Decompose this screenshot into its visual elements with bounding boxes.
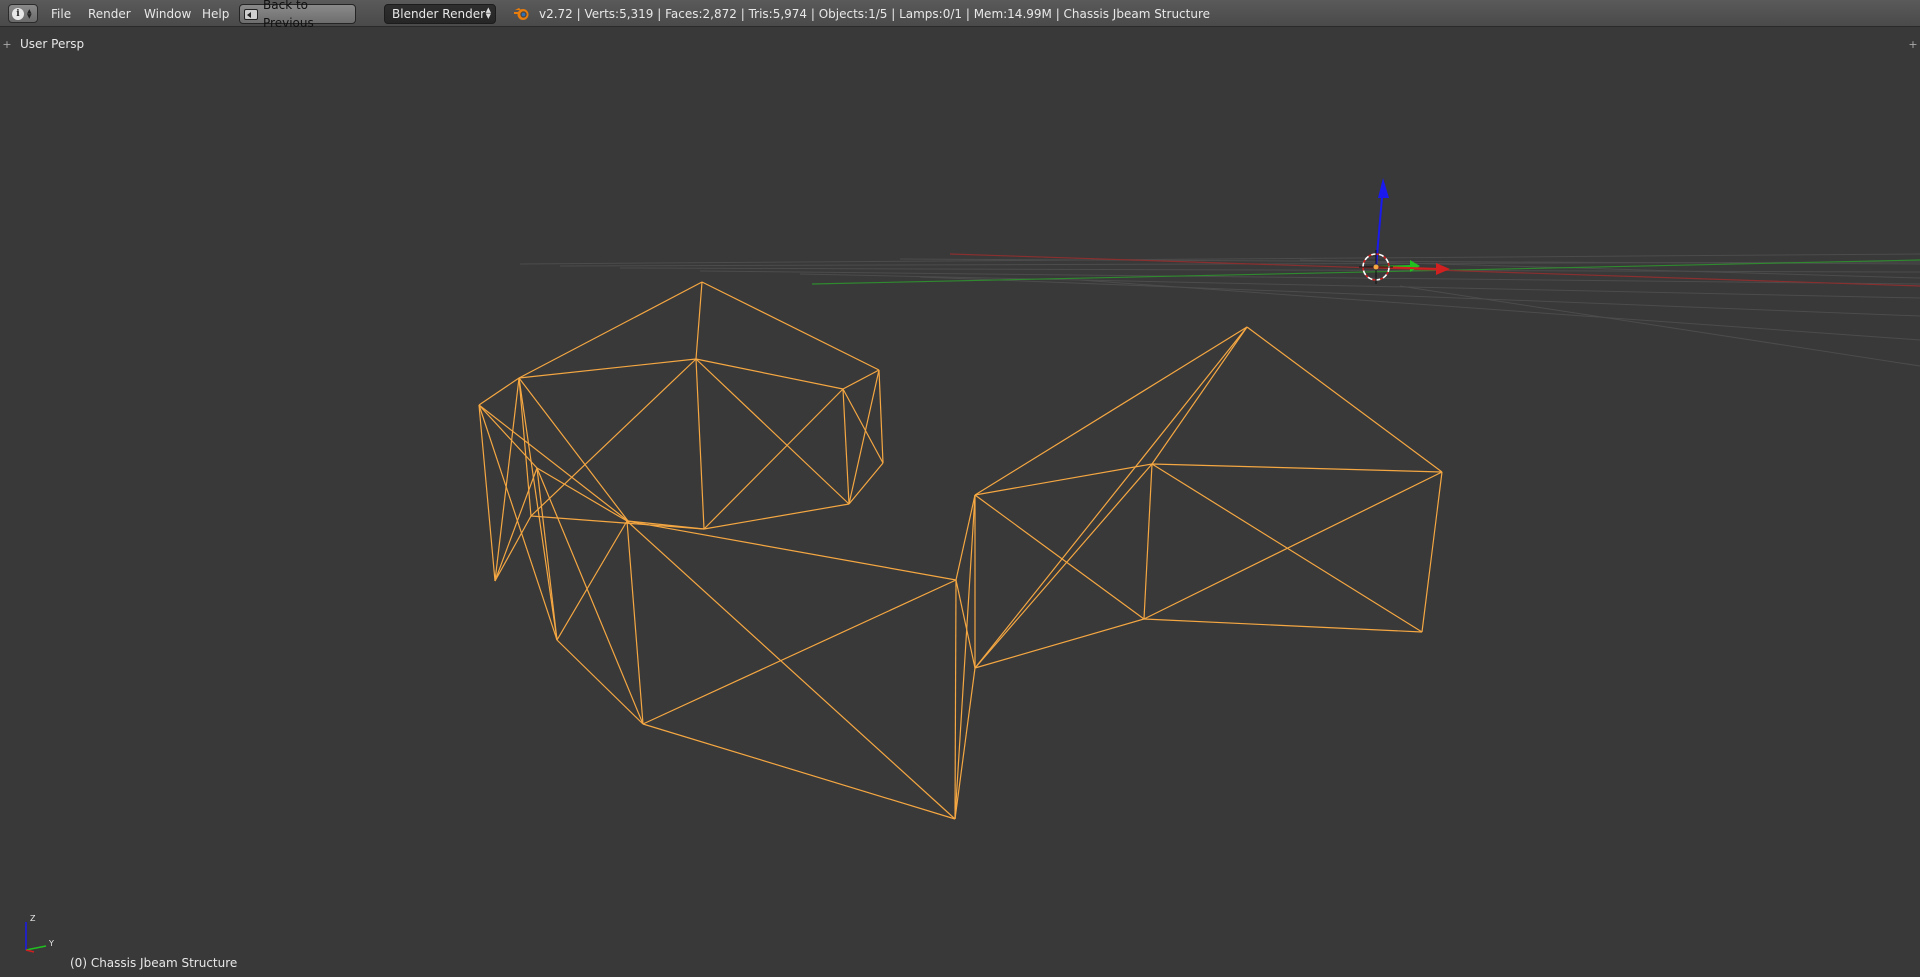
info-icon: i: [12, 7, 24, 20]
blender-window: i ▲ ▼ File Render Window Help Back to Pre…: [0, 0, 1920, 977]
editor-type-selector[interactable]: i ▲ ▼: [8, 4, 38, 23]
view-name-label: User Persp: [20, 37, 85, 51]
area-split-widget-right[interactable]: +: [1908, 39, 1918, 50]
viewport-scene: [478, 178, 1920, 820]
menu-window[interactable]: Window: [144, 5, 191, 23]
3d-cursor-icon[interactable]: [1359, 250, 1393, 284]
3d-viewport[interactable]: + + User Persp Z Y (0) Chassis Jbeam Str…: [0, 28, 1920, 977]
z-arrow-icon: [1378, 178, 1389, 198]
grid-floor: [519, 253, 1920, 367]
axis-y-label: Y: [48, 939, 54, 948]
x-arrow-icon: [1436, 263, 1450, 275]
screen-back-icon: [244, 8, 259, 20]
axis-z-label: Z: [30, 914, 36, 923]
render-engine-value: Blender Render: [392, 7, 486, 21]
menu-file[interactable]: File: [51, 5, 71, 23]
menu-render[interactable]: Render: [88, 5, 131, 23]
updown-arrows-icon: ▲ ▼: [27, 7, 32, 20]
view-axis-indicator: Z Y: [25, 914, 54, 953]
menu-help[interactable]: Help: [202, 5, 229, 23]
active-object-label: (0) Chassis Jbeam Structure: [70, 956, 238, 970]
blender-logo-icon: [514, 8, 529, 20]
back-to-previous-button[interactable]: Back to Previous: [239, 0, 356, 30]
area-split-widget-left[interactable]: +: [2, 39, 12, 50]
info-header: i ▲ ▼ File Render Window Help Back to Pre…: [0, 0, 1920, 30]
scene-statistics: v2.72 | Verts:5,319 | Faces:2,872 | Tris…: [539, 7, 1211, 21]
select-arrows-icon: ▲ ▼: [485, 6, 491, 20]
chassis-jbeam-wireframe[interactable]: [478, 281, 1443, 820]
render-engine-select[interactable]: Blender Render ▲ ▼: [384, 4, 496, 24]
